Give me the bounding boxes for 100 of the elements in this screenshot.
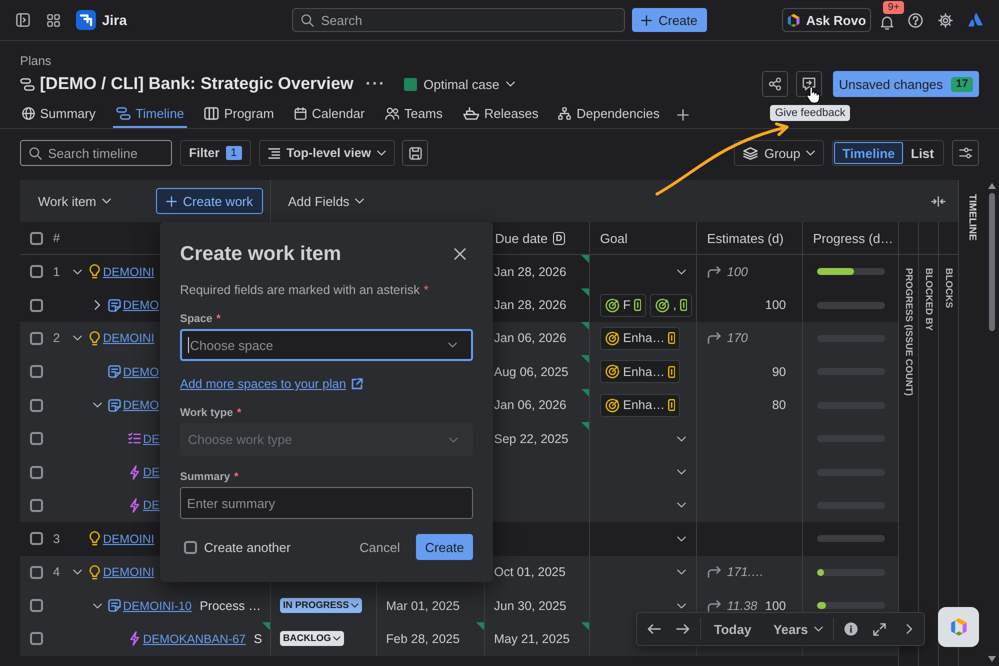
view-dropdown[interactable]: Top-level view bbox=[258, 140, 395, 166]
row-checkbox[interactable] bbox=[30, 532, 43, 546]
work-item-link[interactable]: DEMOINI bbox=[103, 264, 154, 279]
create-another-checkbox[interactable] bbox=[184, 540, 197, 554]
row-checkbox[interactable] bbox=[30, 498, 43, 512]
chevron-down-icon[interactable] bbox=[72, 335, 82, 342]
arrow-right-icon[interactable] bbox=[676, 623, 690, 635]
rovo-button[interactable] bbox=[938, 607, 979, 647]
scroll-up-icon[interactable] bbox=[988, 183, 996, 189]
work-item-link[interactable]: DEMOINI bbox=[103, 532, 154, 546]
breadcrumb-link[interactable]: Plans bbox=[20, 54, 52, 69]
ask-rovo-button[interactable]: Ask Rovo bbox=[782, 8, 871, 32]
tab[interactable]: Calendar bbox=[290, 101, 368, 128]
status-lozenge[interactable]: IN PROGRESS bbox=[280, 598, 362, 614]
scroll-down-icon[interactable] bbox=[988, 656, 996, 662]
goal-chip[interactable]: F bbox=[600, 294, 646, 317]
view-toggle-option[interactable]: Timeline bbox=[834, 142, 903, 164]
work-item-link[interactable]: DEMO bbox=[123, 398, 159, 412]
close-icon[interactable] bbox=[454, 248, 466, 260]
tab[interactable]: Timeline bbox=[112, 101, 188, 128]
chevron-down-icon[interactable] bbox=[677, 436, 686, 442]
row-checkbox[interactable] bbox=[30, 332, 43, 345]
view-toggle-option[interactable]: List bbox=[902, 142, 942, 164]
sidebar-toggle-icon[interactable] bbox=[16, 13, 30, 27]
scrollbar-thumb[interactable] bbox=[989, 193, 995, 331]
chevron-down-icon[interactable] bbox=[72, 268, 82, 275]
add-spaces-link[interactable]: Add more spaces to your plan bbox=[180, 377, 346, 391]
work-item-link[interactable]: DE bbox=[143, 432, 160, 446]
work-item-link[interactable]: DEMOINI bbox=[103, 331, 154, 346]
create-work-button[interactable]: Create work bbox=[156, 188, 263, 214]
app-name[interactable]: Jira bbox=[102, 12, 127, 28]
work-item-link[interactable]: DEMOINI bbox=[103, 565, 154, 580]
chevron-down-icon[interactable] bbox=[677, 569, 686, 576]
bell-icon[interactable] bbox=[880, 14, 894, 30]
tab[interactable]: Program bbox=[201, 101, 277, 128]
chevron-down-icon[interactable] bbox=[677, 268, 686, 275]
panel-label[interactable]: TIMELINE bbox=[966, 194, 978, 666]
row-checkbox[interactable] bbox=[30, 398, 43, 412]
chevron-down-icon[interactable] bbox=[72, 569, 82, 576]
help-icon[interactable] bbox=[908, 12, 923, 28]
search-field[interactable]: Search timeline bbox=[20, 140, 172, 166]
goal-chip[interactable]: Enha… bbox=[600, 326, 680, 350]
text-field[interactable]: Enter summary bbox=[180, 487, 473, 519]
tab[interactable]: Summary bbox=[19, 101, 99, 128]
goal-chip[interactable]: Enha… bbox=[600, 394, 680, 417]
select-field[interactable]: Choose space bbox=[180, 329, 473, 361]
select-all-checkbox[interactable] bbox=[30, 232, 43, 244]
search-field[interactable]: Search bbox=[292, 8, 625, 32]
add-fields-button[interactable]: Add Fields bbox=[288, 194, 364, 208]
arrow-left-icon[interactable] bbox=[647, 623, 661, 635]
app-grid-icon[interactable] bbox=[47, 14, 60, 26]
chevron-down-icon[interactable] bbox=[92, 402, 102, 408]
status-lozenge[interactable]: BACKLOG bbox=[280, 631, 344, 646]
more-button[interactable]: ··· bbox=[366, 74, 386, 94]
goal-chip[interactable]: Enha… bbox=[600, 360, 680, 384]
save-button[interactable] bbox=[402, 140, 428, 166]
tab[interactable]: Releases bbox=[460, 101, 542, 128]
work-item-link[interactable]: DEMOINI-10 bbox=[123, 598, 192, 613]
create-button[interactable]: Create bbox=[632, 8, 707, 32]
goal-chip[interactable]: , bbox=[650, 294, 692, 317]
row-checkbox[interactable] bbox=[30, 599, 43, 612]
jira-logo-icon[interactable] bbox=[76, 10, 96, 30]
chevron-down-icon[interactable] bbox=[677, 602, 686, 609]
work-item-link[interactable]: DEMOKANBAN-67 bbox=[143, 632, 246, 646]
today-button[interactable]: Today bbox=[714, 622, 752, 636]
filter-button[interactable]: Filter 1 bbox=[180, 140, 251, 166]
row-checkbox[interactable] bbox=[30, 365, 43, 378]
plus-icon[interactable] bbox=[676, 108, 689, 120]
info-icon[interactable] bbox=[844, 622, 858, 636]
view-settings-button[interactable] bbox=[952, 140, 979, 166]
create-submit-button[interactable]: Create bbox=[416, 534, 473, 560]
share-button[interactable] bbox=[762, 71, 788, 97]
cancel-button[interactable]: Cancel bbox=[352, 534, 408, 560]
chevron-right-icon[interactable] bbox=[94, 300, 100, 310]
work-item-link[interactable]: DEMO bbox=[123, 298, 159, 312]
settings-icon[interactable] bbox=[938, 12, 953, 28]
scenario-dropdown[interactable]: Optimal case bbox=[404, 76, 516, 92]
unsaved-changes-button[interactable]: Unsaved changes 17 bbox=[833, 71, 979, 97]
row-checkbox[interactable] bbox=[30, 265, 43, 278]
row-checkbox[interactable] bbox=[30, 298, 43, 312]
tab[interactable]: Dependencies bbox=[555, 101, 663, 128]
atlassian-logo-icon[interactable] bbox=[968, 12, 984, 28]
chevron-down-icon[interactable] bbox=[677, 469, 686, 476]
work-item-menu[interactable]: Work item bbox=[38, 194, 112, 208]
work-item-link[interactable]: DE bbox=[143, 465, 160, 480]
collapse-icon[interactable] bbox=[931, 196, 946, 206]
row-checkbox[interactable] bbox=[30, 466, 43, 479]
work-item-link[interactable]: DE bbox=[143, 498, 160, 512]
chevron-right-icon[interactable] bbox=[906, 624, 913, 634]
row-checkbox[interactable] bbox=[30, 632, 43, 646]
row-checkbox[interactable] bbox=[30, 566, 43, 579]
expand-icon[interactable] bbox=[873, 622, 886, 636]
row-checkbox[interactable] bbox=[30, 432, 43, 446]
chevron-down-icon[interactable] bbox=[92, 602, 102, 609]
chevron-down-icon[interactable] bbox=[677, 502, 686, 508]
group-dropdown[interactable]: Group bbox=[734, 140, 824, 166]
work-item-link[interactable]: DEMO bbox=[123, 364, 159, 379]
chevron-down-icon[interactable] bbox=[677, 536, 686, 542]
scale-dropdown[interactable]: Years bbox=[773, 622, 824, 636]
tab[interactable]: Teams bbox=[382, 101, 446, 128]
